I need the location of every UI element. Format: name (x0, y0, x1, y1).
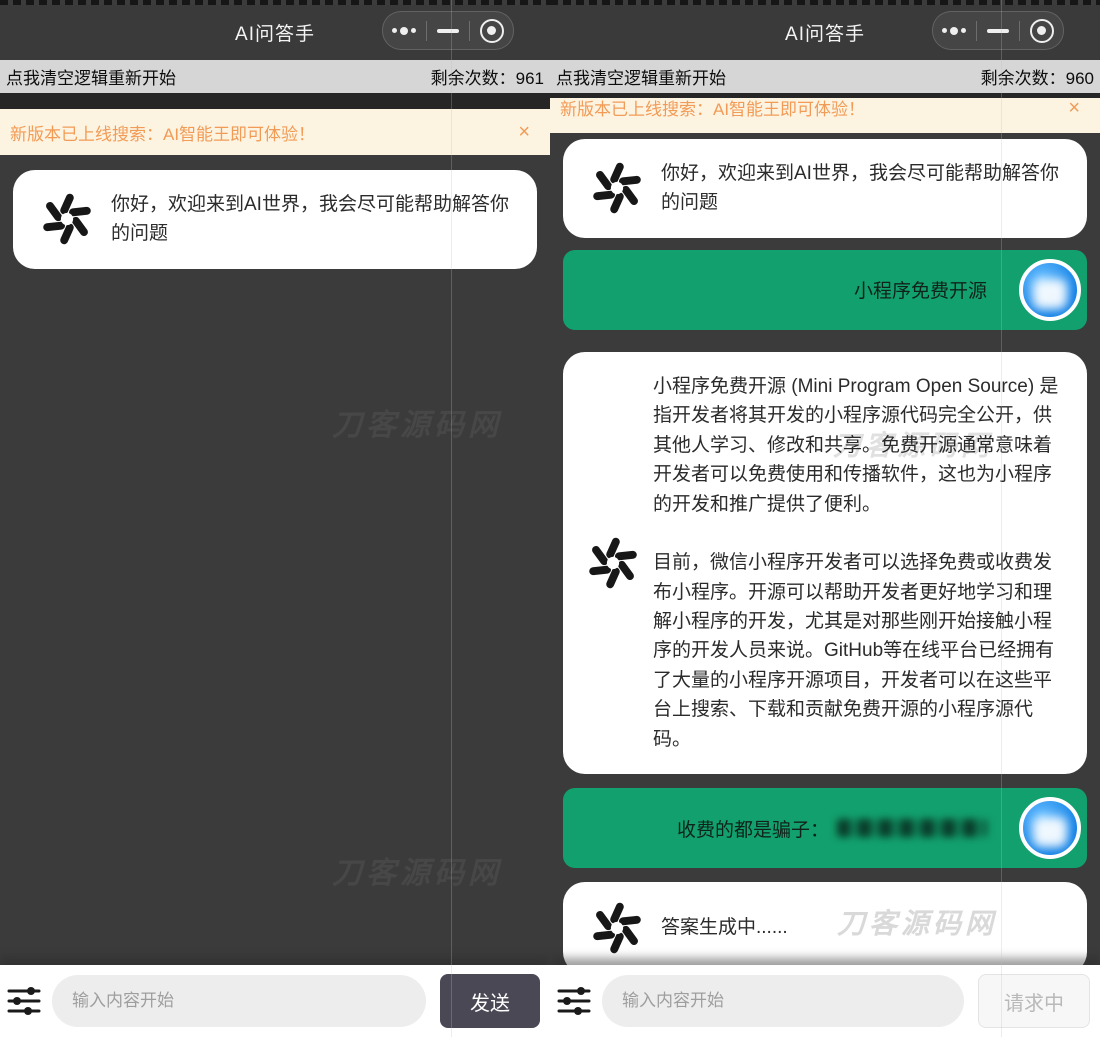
banner-close-icon[interactable]: × (518, 122, 530, 142)
sliders-icon[interactable] (556, 983, 592, 1019)
chat-area: 你好，欢迎来到AI世界，我会尽可能帮助解答你的问题 刀客源码网 刀客源码网 (0, 155, 550, 965)
message-text: 你好，欢迎来到AI世界，我会尽可能帮助解答你的问题 (661, 159, 1069, 218)
close-home-button[interactable] (470, 12, 513, 49)
message-input[interactable] (602, 975, 964, 1027)
sliders-icon[interactable] (6, 983, 42, 1019)
session-toolbar: 点我清空逻辑重新开始 剩余次数：961 (0, 60, 550, 93)
banner-close-icon[interactable]: × (1068, 98, 1080, 118)
clear-session-button[interactable]: 点我清空逻辑重新开始 (556, 64, 726, 89)
message-text: 小程序免费开源 (Mini Program Open Source) 是指开发者… (653, 372, 1069, 754)
wechat-capsule (932, 11, 1064, 50)
redacted-text (837, 819, 987, 837)
message-text: 你好，欢迎来到AI世界，我会尽可能帮助解答你的问题 (111, 190, 519, 249)
message-text: 小程序免费开源 (854, 276, 987, 303)
user-message: 小程序免费开源 (563, 250, 1087, 330)
message-text: 收费的都是骗子： (677, 815, 829, 842)
watermark: 刀客源码网 (332, 400, 502, 444)
mini-program-comparison: AI问答手 点我清空逻辑重新开始 剩余次数：961 (0, 0, 1100, 1037)
more-menu-button[interactable] (383, 12, 426, 49)
clear-session-button[interactable]: 点我清空逻辑重新开始 (6, 64, 176, 89)
openai-logo-icon (589, 160, 645, 216)
send-button[interactable]: 发送 (440, 974, 540, 1028)
message-text: 答案生成中...... (661, 913, 788, 942)
minimize-button[interactable] (977, 12, 1020, 49)
panel-right: AI问答手 点我清空逻辑重新开始 剩余次数：960 (550, 0, 1100, 1037)
assistant-message: 小程序免费开源 (Mini Program Open Source) 是指开发者… (563, 352, 1087, 774)
user-avatar (1019, 797, 1081, 859)
assistant-message: 你好，欢迎来到AI世界，我会尽可能帮助解答你的问题 (13, 170, 537, 269)
notice-banner: 新版本已上线搜索：AI智能王即可体验！ × (550, 98, 1100, 133)
user-avatar (1019, 259, 1081, 321)
openai-logo-icon (39, 191, 95, 247)
page-title: AI问答手 (235, 19, 315, 46)
watermark: 刀客源码网 (837, 902, 997, 942)
remaining-value: 961 (516, 69, 544, 88)
user-message: 收费的都是骗子： (563, 788, 1087, 868)
assistant-message: 答案生成中...... 刀客源码网 (563, 882, 1087, 965)
remaining-label: 剩余次数： (431, 69, 516, 88)
three-dots-icon (942, 27, 966, 35)
openai-logo-icon (589, 900, 645, 956)
app-header: AI问答手 (550, 5, 1100, 60)
requesting-button[interactable]: 请求中 (978, 974, 1090, 1028)
message-input[interactable] (52, 975, 426, 1027)
notice-text: 新版本已上线搜索：AI智能王即可体验！ (10, 120, 315, 145)
watermark: 刀客源码网 (332, 848, 502, 892)
more-menu-button[interactable] (933, 12, 976, 49)
message-paragraph: 目前，微信小程序开发者可以选择免费或收费发布小程序。开源可以帮助开发者更好地学习… (653, 548, 1069, 754)
close-home-button[interactable] (1020, 12, 1063, 49)
remaining-count: 剩余次数：961 (431, 64, 544, 89)
three-dots-icon (392, 27, 416, 35)
minimize-button[interactable] (427, 12, 470, 49)
openai-logo-icon (585, 535, 641, 591)
page-title: AI问答手 (785, 19, 865, 46)
remaining-count: 剩余次数：960 (981, 64, 1094, 89)
composer-bar: 请求中 (550, 965, 1100, 1037)
assistant-message: 你好，欢迎来到AI世界，我会尽可能帮助解答你的问题 (563, 139, 1087, 238)
notice-banner: 新版本已上线搜索：AI智能王即可体验！ × (0, 109, 550, 155)
minus-icon (437, 29, 459, 33)
spacer (0, 93, 550, 109)
remaining-value: 960 (1066, 69, 1094, 88)
target-circle-icon (1030, 19, 1054, 43)
app-header: AI问答手 (0, 5, 550, 60)
chat-area: 你好，欢迎来到AI世界，我会尽可能帮助解答你的问题 小程序免费开源 小程序免费开… (550, 133, 1100, 965)
wechat-capsule (382, 11, 514, 50)
session-toolbar: 点我清空逻辑重新开始 剩余次数：960 (550, 60, 1100, 93)
panel-left: AI问答手 点我清空逻辑重新开始 剩余次数：961 (0, 0, 550, 1037)
notice-text: 新版本已上线搜索：AI智能王即可体验！ (560, 98, 865, 120)
composer-bar: 发送 (0, 965, 550, 1037)
minus-icon (987, 29, 1009, 33)
target-circle-icon (480, 19, 504, 43)
message-paragraph: 小程序免费开源 (Mini Program Open Source) 是指开发者… (653, 372, 1069, 519)
remaining-label: 剩余次数： (981, 69, 1066, 88)
